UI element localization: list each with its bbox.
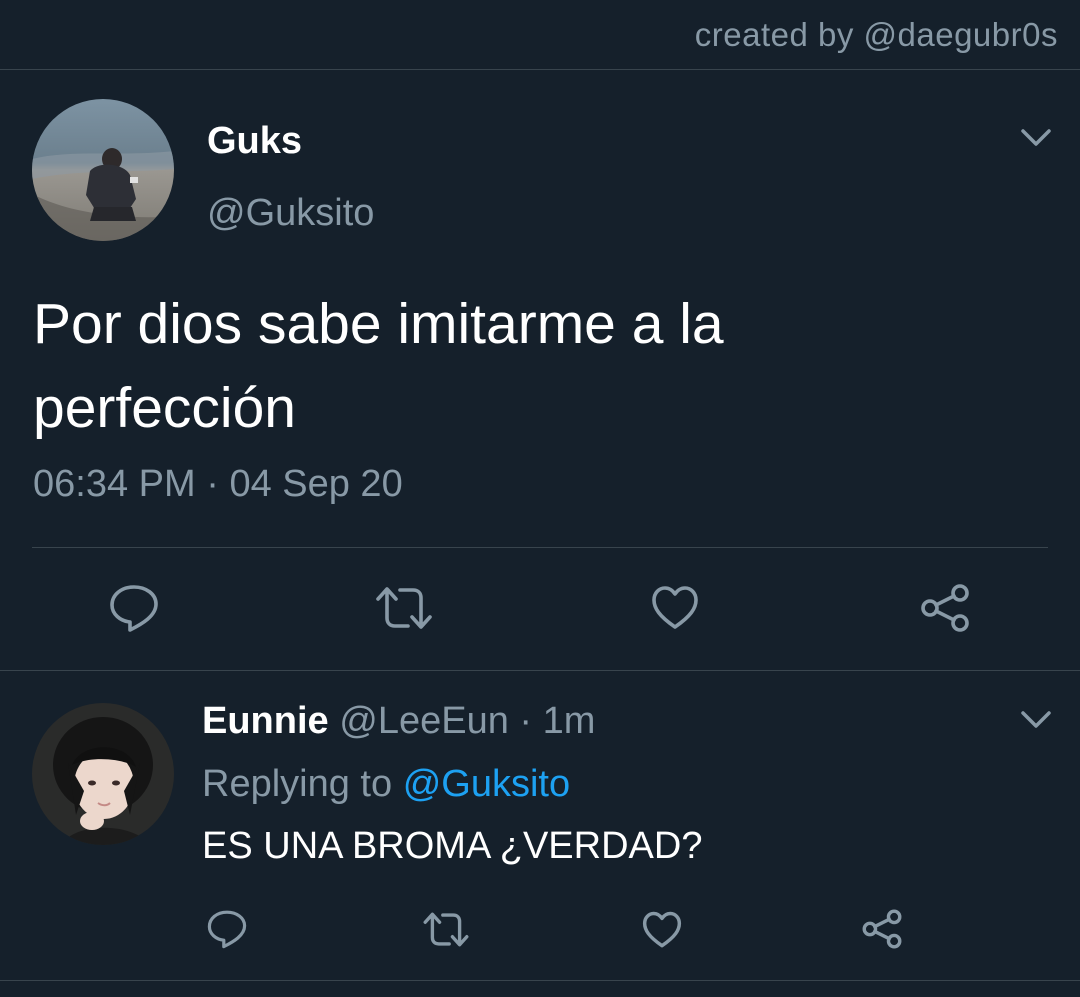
reply-header: Eunnie @LeeEun · 1m xyxy=(202,700,595,743)
tweet-time: 06:34 PM xyxy=(33,463,196,505)
reply-icon[interactable] xyxy=(108,583,160,633)
meta-separator: · xyxy=(519,700,533,742)
like-icon[interactable] xyxy=(651,585,699,631)
avatar[interactable] xyxy=(32,99,174,241)
user-handle[interactable]: @LeeEun xyxy=(339,700,509,742)
tweet-text: Por dios sabe imitarme a la perfección xyxy=(33,282,1013,450)
timestamp-separator: · xyxy=(206,463,219,505)
tweet-timestamp[interactable]: 06:34 PM · 04 Sep 20 xyxy=(33,463,403,506)
mention-link[interactable]: @Guksito xyxy=(403,763,570,805)
chevron-down-icon[interactable] xyxy=(1020,710,1052,730)
retweet-icon[interactable] xyxy=(374,585,434,631)
reply-text: ES UNA BROMA ¿VERDAD? xyxy=(202,825,703,867)
retweet-icon[interactable] xyxy=(422,911,470,948)
share-icon[interactable] xyxy=(918,582,972,634)
like-icon[interactable] xyxy=(642,911,682,949)
tweet-date: 04 Sep 20 xyxy=(229,463,403,505)
tweet-age: 1m xyxy=(542,700,596,742)
tweet-text-line: Por dios sabe imitarme a la xyxy=(33,292,724,356)
user-handle[interactable]: @Guksito xyxy=(207,192,374,235)
display-name[interactable]: Guks xyxy=(207,120,302,163)
bottom-divider xyxy=(0,980,1080,981)
section-divider xyxy=(0,670,1080,671)
replying-to-label: Replying to xyxy=(202,763,393,805)
display-name[interactable]: Eunnie xyxy=(202,700,329,742)
tweet-text-line: perfección xyxy=(33,376,296,440)
replying-to-line: Replying to @Guksito xyxy=(202,763,570,806)
watermark-text: created by @daegubr0s xyxy=(694,16,1058,53)
avatar[interactable] xyxy=(32,703,174,845)
top-divider xyxy=(0,69,1080,70)
chevron-down-icon[interactable] xyxy=(1020,128,1052,148)
share-icon[interactable] xyxy=(860,908,904,950)
tweet-divider xyxy=(32,547,1048,548)
reply-icon[interactable] xyxy=(206,909,248,949)
